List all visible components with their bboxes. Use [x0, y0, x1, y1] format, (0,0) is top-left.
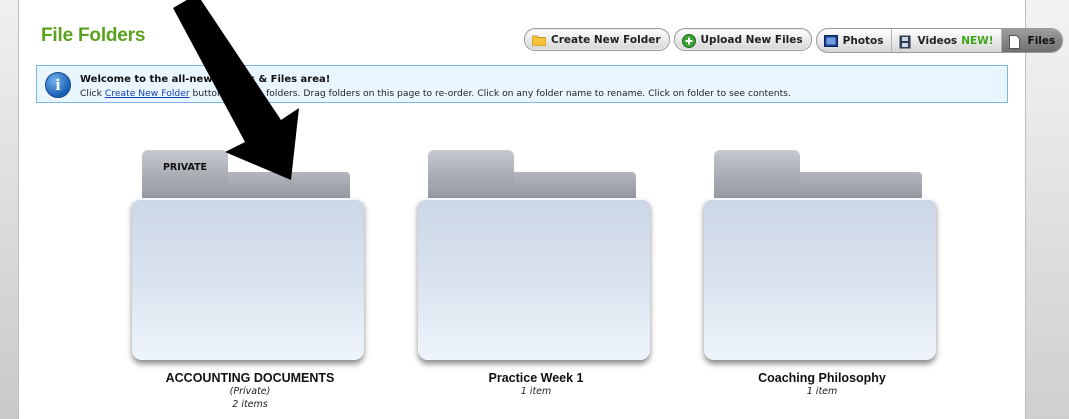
- folder-front: [704, 198, 936, 360]
- folder-name[interactable]: Practice Week 1: [416, 371, 656, 385]
- folder-item-count: 1 item: [520, 386, 552, 397]
- folder-item-count: 2 items: [232, 399, 268, 410]
- folder-accounting-documents[interactable]: PRIVATE: [132, 150, 366, 360]
- tab-photos-label: Photos: [842, 34, 884, 47]
- info-icon: i: [45, 72, 71, 98]
- info-text-suffix: button to make folders. Drag folders on …: [189, 88, 791, 99]
- upload-new-files-button[interactable]: Upload New Files: [673, 28, 812, 51]
- info-banner-text: Click Create New Folder button to make f…: [80, 88, 791, 99]
- tab-photos[interactable]: Photos: [817, 29, 892, 52]
- left-page-gutter: [0, 0, 19, 419]
- create-new-folder-label: Create New Folder: [551, 33, 661, 46]
- folder-tab: [428, 150, 514, 184]
- folder-practice-week-1[interactable]: [418, 150, 652, 360]
- view-tabs: Photos Videos NEW! Files: [815, 28, 1064, 53]
- info-text-prefix: Click: [80, 88, 105, 99]
- folder-private-tab-label: PRIVATE: [162, 162, 208, 173]
- tab-files[interactable]: Files: [1001, 29, 1063, 52]
- page-title: File Folders: [41, 25, 146, 46]
- create-new-folder-button[interactable]: Create New Folder: [524, 28, 670, 51]
- folder-front: [132, 198, 364, 360]
- folder-front: [418, 198, 650, 360]
- folder-icon: [531, 34, 547, 46]
- tab-videos[interactable]: Videos NEW!: [892, 29, 1002, 52]
- tab-files-label: Files: [1027, 34, 1056, 47]
- upload-new-files-label: Upload New Files: [700, 33, 803, 46]
- new-badge: NEW!: [961, 34, 994, 47]
- toolbar: Create New Folder Upload New Files Photo…: [524, 28, 1064, 53]
- folder-tab: PRIVATE: [142, 150, 228, 184]
- folder-item-count: 1 item: [806, 386, 838, 397]
- panel-header: File Folders Create New Folder Upload Ne…: [19, 0, 1064, 64]
- right-page-gutter: [1025, 0, 1069, 419]
- tab-videos-label: Videos: [917, 34, 958, 47]
- folder-name[interactable]: ACCOUNTING DOCUMENTS: [130, 371, 370, 385]
- folder-name[interactable]: Coaching Philosophy: [702, 371, 942, 385]
- film-icon: [899, 35, 913, 48]
- folder-privacy: (Private): [229, 386, 271, 397]
- document-icon: [1008, 34, 1023, 49]
- info-banner: i Welcome to the all-new Photos & Files …: [36, 65, 1008, 103]
- folder-tab: [714, 150, 800, 184]
- folder-coaching-philosophy[interactable]: [704, 150, 938, 360]
- create-new-folder-link[interactable]: Create New Folder: [105, 88, 190, 99]
- info-banner-title: Welcome to the all-new Photos & Files ar…: [80, 74, 331, 85]
- plus-circle-icon: [681, 33, 696, 48]
- photo-icon: [823, 34, 838, 47]
- files-panel: File Folders Create New Folder Upload Ne…: [19, 0, 1064, 419]
